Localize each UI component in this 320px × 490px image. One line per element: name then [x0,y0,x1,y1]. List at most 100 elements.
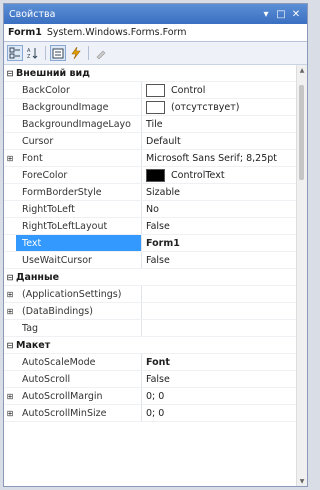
color-swatch [146,83,165,97]
property-name: RightToLeft [16,201,142,217]
property-value[interactable]: Tile [142,119,297,130]
property-name: BackgroundImageLayo [16,116,142,132]
property-value[interactable]: Default [142,136,297,147]
scroll-up-icon[interactable]: ▲ [297,65,307,75]
property-value-text: No [146,203,159,215]
toolbar-separator [45,46,46,60]
property-value[interactable]: Font [142,357,297,368]
property-row[interactable]: RightToLeft No [4,201,297,218]
property-value[interactable]: Control [142,83,297,97]
close-icon[interactable]: ✕ [290,8,302,20]
property-value-text: False [146,254,170,266]
property-row[interactable]: AutoScaleMode Font [4,354,297,371]
pin-dropdown-icon[interactable]: ▾ [260,8,272,20]
window-title: Свойства [9,8,56,20]
property-row[interactable]: BackgroundImage (отсутствует) [4,99,297,116]
property-row[interactable]: AutoScroll False [4,371,297,388]
property-row[interactable]: RightToLeftLayout False [4,218,297,235]
color-swatch [146,100,165,114]
categorized-icon[interactable] [7,45,23,61]
properties-icon[interactable] [50,45,66,61]
scroll-down-icon[interactable]: ▼ [297,476,307,486]
property-row[interactable]: ⊞ (ApplicationSettings) [4,286,297,303]
property-row[interactable]: ⊞ AutoScrollMargin 0; 0 [4,388,297,405]
property-value-text: Control [171,84,206,96]
property-value-text: 0; 0 [146,407,165,419]
object-selector[interactable]: Form1 System.Windows.Forms.Form [4,24,307,42]
property-value-text: 0; 0 [146,390,165,402]
category-label: Макет [16,339,51,351]
vertical-scrollbar[interactable]: ▲ ▼ [296,65,307,486]
property-value-text: Font [146,356,170,368]
property-value[interactable]: False [142,255,297,266]
property-row[interactable]: ⊞ AutoScrollMinSize 0; 0 [4,405,297,422]
property-row[interactable]: UseWaitCursor False [4,252,297,269]
property-value-text: False [146,220,170,232]
category-row[interactable]: ⊟ Макет [4,337,297,354]
property-value[interactable]: ControlText [142,168,297,182]
property-row[interactable]: FormBorderStyle Sizable [4,184,297,201]
property-value-text: Sizable [146,186,180,198]
expand-icon[interactable]: ⊞ [4,409,16,418]
property-value-text: Form1 [146,237,180,249]
collapse-icon[interactable]: ⊟ [4,69,16,78]
property-row[interactable]: Cursor Default [4,133,297,150]
property-name: BackColor [16,82,142,98]
category-row[interactable]: ⊟ Внешний вид [4,65,297,82]
property-pages-icon[interactable] [93,45,109,61]
category-row[interactable]: ⊟ Данные [4,269,297,286]
property-name: AutoScrollMinSize [16,405,142,421]
property-name: Text [16,235,142,251]
property-row[interactable]: Tag [4,320,297,337]
property-value[interactable]: No [142,204,297,215]
property-name: Font [16,150,142,166]
toolbar-separator [88,46,89,60]
property-value[interactable]: False [142,221,297,232]
expand-icon[interactable]: ⊞ [4,307,16,316]
property-row[interactable]: ⊞ (DataBindings) [4,303,297,320]
property-value-text: (отсутствует) [171,101,240,113]
expand-icon[interactable]: ⊞ [4,154,16,163]
property-value[interactable]: Microsoft Sans Serif; 8,25pt [142,153,297,164]
events-icon[interactable] [68,45,84,61]
property-name: AutoScaleMode [16,354,142,370]
property-name: (ApplicationSettings) [16,286,142,302]
expand-icon[interactable]: ⊞ [4,290,16,299]
scroll-thumb[interactable] [299,85,304,180]
property-value[interactable]: False [142,374,297,385]
property-value[interactable]: Sizable [142,187,297,198]
property-row[interactable]: BackgroundImageLayo Tile [4,116,297,133]
property-name: RightToLeftLayout [16,218,142,234]
property-name: UseWaitCursor [16,252,142,268]
property-row[interactable]: BackColor Control [4,82,297,99]
property-value[interactable]: Form1 [142,238,297,249]
property-name: Cursor [16,133,142,149]
property-name: Tag [16,320,142,336]
property-name: ForeColor [16,167,142,183]
property-value-text: Tile [146,118,163,130]
property-grid: ⊟ Внешний вид BackColor Control BackgroundIm… [4,65,297,486]
restore-icon[interactable]: □ [275,8,287,20]
property-row[interactable]: Text Form1 [4,235,297,252]
property-row[interactable]: ⊞ Font Microsoft Sans Serif; 8,25pt [4,150,297,167]
collapse-icon[interactable]: ⊟ [4,341,16,350]
property-name: AutoScroll [16,371,142,387]
property-value[interactable]: 0; 0 [142,408,297,419]
property-value-text: ControlText [171,169,225,181]
alphabetical-icon[interactable]: AZ [25,45,41,61]
property-name: BackgroundImage [16,99,142,115]
title-bar[interactable]: Свойства ▾ □ ✕ [4,4,307,24]
category-label: Внешний вид [16,67,90,79]
property-value-text: Default [146,135,181,147]
property-value[interactable]: 0; 0 [142,391,297,402]
property-value[interactable]: (отсутствует) [142,100,297,114]
property-row[interactable]: ForeColor ControlText [4,167,297,184]
object-name: Form1 [8,27,42,38]
properties-window: Свойства ▾ □ ✕ Form1 System.Windows.Form… [3,3,308,487]
svg-text:Z: Z [27,54,31,59]
property-name: (DataBindings) [16,303,142,319]
collapse-icon[interactable]: ⊟ [4,273,16,282]
expand-icon[interactable]: ⊞ [4,392,16,401]
category-label: Данные [16,271,60,283]
toolbar: AZ [4,42,307,65]
